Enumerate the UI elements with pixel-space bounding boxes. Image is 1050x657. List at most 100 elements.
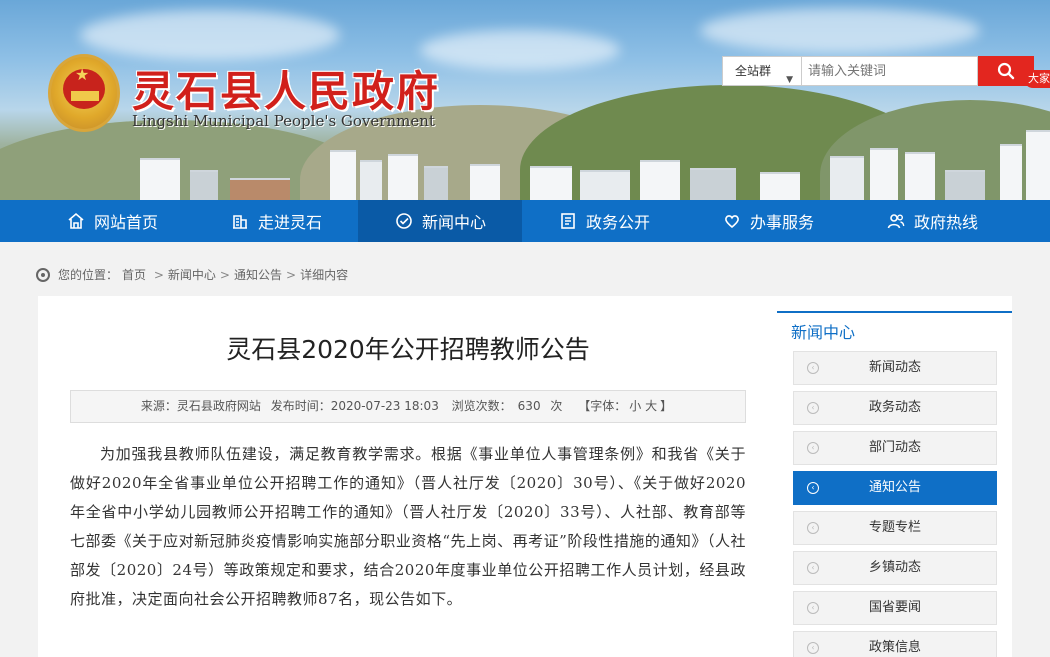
sidebar-item-label: 通知公告: [868, 480, 921, 495]
font-small-button[interactable]: 小: [629, 399, 641, 413]
location-icon: [36, 267, 50, 282]
chevron-down-icon: ▼: [786, 75, 793, 85]
circle-arrow-icon: ‹: [807, 522, 819, 534]
circle-arrow-icon: ‹: [807, 482, 819, 494]
views-unit: 次: [550, 399, 563, 413]
banner-building: [470, 164, 500, 200]
banner-building: [830, 156, 864, 200]
nav-item-gov-affairs[interactable]: 政务公开: [522, 200, 686, 242]
nav-item-services[interactable]: 办事服务: [686, 200, 850, 242]
sidebar-item-policy-info[interactable]: ‹ 政策信息: [793, 631, 997, 657]
banner-building: [640, 160, 680, 200]
breadcrumb-link-news[interactable]: 新闻中心: [168, 266, 216, 283]
banner-cloud: [80, 10, 340, 60]
breadcrumb-current: 详细内容: [300, 268, 349, 282]
views-label: 浏览次数：: [451, 399, 512, 413]
article-meta: 来源：灵石县政府网站 发布时间：2020-07-23 18:03 浏览次数： 63…: [70, 390, 746, 423]
sidebar: 新闻中心 ‹ 新闻动态 ‹ 政务动态 ‹ 部门动态 ‹ 通知公告 ‹ 专题专栏 ‹ 乡镇动态…: [777, 311, 1012, 657]
banner-building: [1000, 144, 1022, 200]
banner-building: [690, 168, 736, 200]
nav-item-about[interactable]: 走进灵石: [194, 200, 358, 242]
banner-building: [870, 148, 898, 200]
sidebar-item-gov-updates[interactable]: ‹ 政务动态: [793, 391, 997, 425]
people-icon: [887, 214, 905, 229]
site-title: 灵石县人民政府: [132, 67, 441, 116]
side-float-tab[interactable]: 大家: [1024, 70, 1050, 88]
article-publish-time: 发布时间：2020-07-23 18:03: [270, 399, 439, 413]
sidebar-item-label: 国省要闻: [868, 600, 921, 615]
search-scope-select[interactable]: 全站群 ▼: [722, 56, 802, 86]
national-emblem: ★: [48, 54, 120, 132]
banner-building: [905, 152, 935, 200]
circle-arrow-icon: ‹: [807, 402, 819, 414]
sidebar-item-label: 新闻动态: [868, 360, 921, 375]
banner-building: [230, 178, 290, 200]
article-views: 浏览次数： 630 次: [449, 399, 566, 413]
sidebar-item-special-topics[interactable]: ‹ 专题专栏: [793, 511, 997, 545]
main-nav: 网站首页 走进灵石 新闻中心 政务公开 办事服务 政府热线: [0, 200, 1050, 242]
font-large-button[interactable]: 大: [645, 399, 657, 413]
check-circle-icon: [396, 213, 412, 229]
nav-item-label: 网站首页: [93, 213, 158, 232]
nav-item-label: 政府热线: [913, 213, 978, 232]
circle-arrow-icon: ‹: [807, 562, 819, 574]
banner-cloud: [420, 30, 620, 70]
banner-building: [330, 150, 356, 200]
header-banner: ★ 灵石县人民政府 Lingshi Municipal People's Gov…: [0, 0, 1050, 200]
banner-building: [1026, 130, 1050, 200]
sidebar-item-town-updates[interactable]: ‹ 乡镇动态: [793, 551, 997, 585]
search-scope-label: 全站群: [735, 64, 772, 78]
banner-building: [140, 158, 180, 200]
font-size-label: 【字体：: [578, 399, 627, 413]
banner-building: [388, 154, 418, 200]
sidebar-item-notices[interactable]: ‹ 通知公告: [793, 471, 997, 505]
sidebar-item-national-news[interactable]: ‹ 国省要闻: [793, 591, 997, 625]
sidebar-item-label: 部门动态: [868, 440, 921, 455]
search-input[interactable]: [802, 56, 978, 86]
circle-arrow-icon: ‹: [807, 642, 819, 654]
breadcrumb-link-notices[interactable]: 通知公告: [234, 266, 282, 283]
nav-item-label: 办事服务: [749, 213, 814, 232]
document-icon: [561, 213, 575, 229]
breadcrumb-link-home[interactable]: 首页: [122, 266, 146, 283]
sidebar-item-label: 政策信息: [868, 640, 921, 655]
circle-arrow-icon: ‹: [807, 442, 819, 454]
circle-arrow-icon: ‹: [807, 362, 819, 374]
article-title: 灵石县2020年公开招聘教师公告: [226, 335, 590, 364]
banner-building: [580, 170, 630, 200]
search-icon: [997, 62, 1015, 80]
article-source: 来源：灵石县政府网站: [140, 399, 261, 413]
nav-item-label: 走进灵石: [257, 213, 322, 232]
sidebar-item-label: 政务动态: [868, 400, 921, 415]
breadcrumb-separator: >: [286, 267, 297, 282]
banner-building: [424, 166, 448, 200]
breadcrumb-prefix: 您的位置：: [58, 268, 119, 282]
nav-item-home[interactable]: 网站首页: [30, 200, 194, 242]
nav-item-hotline[interactable]: 政府热线: [850, 200, 1014, 242]
breadcrumb-separator: >: [150, 267, 164, 282]
nav-item-news[interactable]: 新闻中心: [358, 200, 522, 242]
nav-item-label: 新闻中心: [421, 213, 486, 232]
sidebar-item-dept-updates[interactable]: ‹ 部门动态: [793, 431, 997, 465]
font-size-close: 】: [660, 399, 673, 413]
search-bar: 全站群 ▼: [722, 56, 1034, 86]
font-size-control: 【字体：小 大】: [575, 399, 675, 413]
banner-building: [760, 172, 800, 200]
sidebar-list: ‹ 新闻动态 ‹ 政务动态 ‹ 部门动态 ‹ 通知公告 ‹ 专题专栏 ‹ 乡镇动态 ‹ 国省要…: [777, 351, 1012, 657]
site-subtitle: Lingshi Municipal People's Government: [132, 112, 435, 130]
sidebar-item-label: 乡镇动态: [868, 560, 921, 575]
nav-item-label: 政务公开: [585, 213, 650, 232]
article-body: 为加强我县教师队伍建设，满足教育教学需求。根据《事业单位人事管理条例》和我省《关…: [70, 445, 746, 608]
sidebar-item-label: 专题专栏: [868, 520, 921, 535]
sidebar-item-news-updates[interactable]: ‹ 新闻动态: [793, 351, 997, 385]
heart-icon: [725, 215, 739, 229]
banner-building: [360, 160, 382, 200]
banner-cloud: [700, 8, 980, 53]
breadcrumb-separator: >: [219, 267, 230, 282]
banner-building: [945, 170, 985, 200]
views-count: 630: [517, 399, 541, 413]
sidebar-title: 新闻中心: [777, 311, 1012, 345]
building-icon: [232, 215, 247, 229]
breadcrumb: 您的位置： 首页 > 新闻中心 > 通知公告 > 详细内容: [36, 266, 348, 283]
home-icon: [68, 212, 84, 229]
